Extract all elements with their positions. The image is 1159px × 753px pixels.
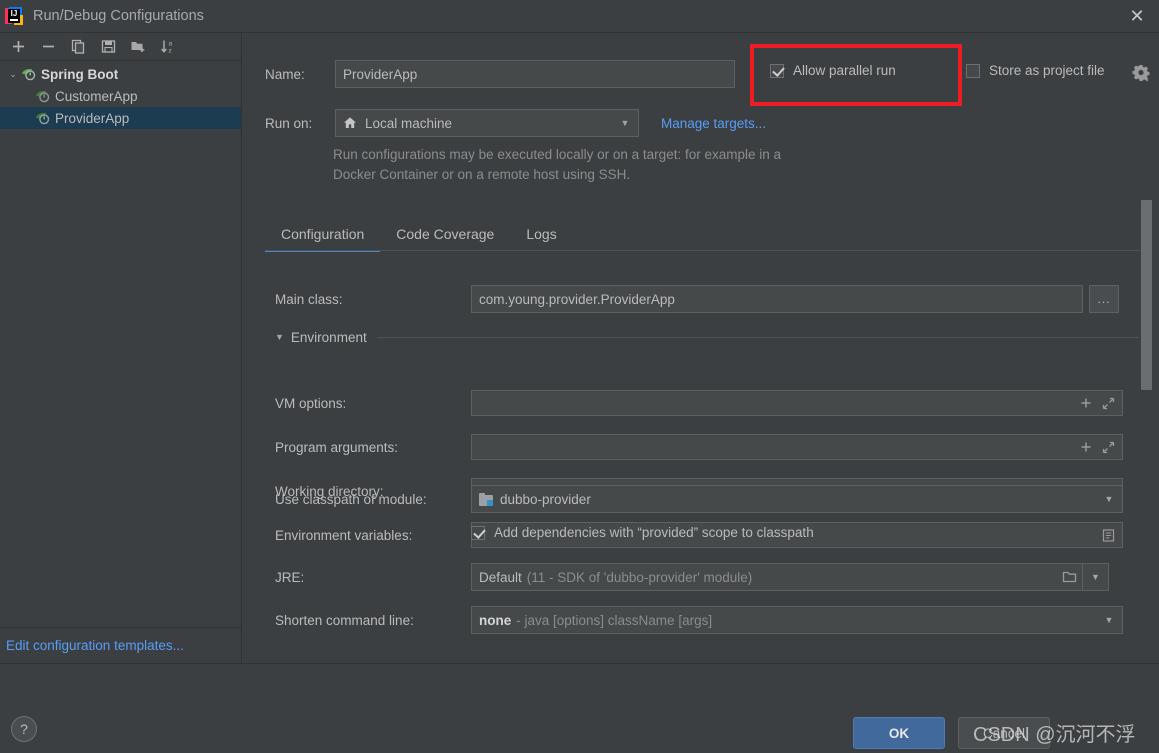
vm-options-label: VM options: <box>275 395 347 411</box>
run-on-row: Run on: Local machine ▼ Manage targets..… <box>265 109 1145 137</box>
tab-logs[interactable]: Logs <box>510 226 572 251</box>
tree-item-label: ProviderApp <box>55 110 130 126</box>
spring-boot-icon <box>34 110 52 126</box>
configuration-tabs: Configuration Code Coverage Logs <box>265 219 1145 252</box>
tree-toolbar: a z <box>0 33 241 61</box>
configuration-detail-panel: Name: ProviderApp Run on: Local machine … <box>243 33 1159 663</box>
environment-variables-label: Environment variables: <box>275 527 413 543</box>
allow-parallel-run-row: Allow parallel run <box>770 63 896 78</box>
svg-text:z: z <box>169 48 172 55</box>
copy-icon[interactable] <box>64 35 92 59</box>
jre-dropdown-button[interactable]: ▼ <box>1083 563 1109 591</box>
spring-boot-icon <box>34 88 52 104</box>
main-class-input[interactable]: com.young.provider.ProviderApp <box>471 285 1083 313</box>
expand-icon[interactable] <box>1098 392 1118 414</box>
tab-configuration[interactable]: Configuration <box>265 226 381 252</box>
vm-options-input[interactable] <box>471 390 1123 416</box>
chevron-down-icon[interactable]: ⌄ <box>6 69 20 80</box>
home-icon <box>343 116 357 130</box>
gear-dropdown-icon[interactable] <box>1131 63 1151 85</box>
name-input[interactable]: ProviderApp <box>335 60 735 88</box>
environment-section-header: ▼ Environment <box>275 327 1139 347</box>
tree-item-providerapp[interactable]: ProviderApp <box>0 107 241 129</box>
use-classpath-label: Use classpath of module: <box>275 491 427 507</box>
list-icon[interactable] <box>1098 524 1118 546</box>
module-icon <box>479 492 494 506</box>
chevron-down-icon[interactable]: ▼ <box>1100 615 1118 625</box>
chevron-down-icon[interactable]: ▼ <box>1100 494 1118 504</box>
add-dependencies-label: Add dependencies with “provided” scope t… <box>494 525 814 540</box>
store-as-project-file-label: Store as project file <box>989 63 1105 78</box>
tab-code-coverage[interactable]: Code Coverage <box>380 226 510 251</box>
tabs-divider <box>265 250 1145 251</box>
minus-icon[interactable] <box>34 35 62 59</box>
vm-options-row: VM options: <box>275 390 1123 416</box>
section-divider <box>376 336 1139 338</box>
plus-icon[interactable] <box>1076 436 1096 458</box>
shorten-command-line-label: Shorten command line: <box>275 612 414 628</box>
tree-item-label: CustomerApp <box>55 88 138 104</box>
window-title: Run/Debug Configurations <box>33 8 204 24</box>
use-classpath-row: Use classpath of module: dubbo-provider … <box>275 485 1139 513</box>
name-label: Name: <box>265 66 305 82</box>
main-class-row: Main class: com.young.provider.ProviderA… <box>275 285 1139 313</box>
jre-browse-icon[interactable] <box>1062 570 1078 584</box>
run-on-label: Run on: <box>265 115 313 131</box>
shorten-command-line-row: Shorten command line: none - java [optio… <box>275 606 1139 634</box>
shorten-value: none <box>479 612 512 628</box>
shorten-command-line-combo[interactable]: none - java [options] className [args] ▼ <box>471 606 1123 634</box>
run-on-value: Local machine <box>365 115 453 131</box>
tree-group-label: Spring Boot <box>41 66 119 82</box>
allow-parallel-run-label: Allow parallel run <box>793 63 896 78</box>
vertical-scrollbar[interactable] <box>1141 200 1152 390</box>
store-as-project-file-row: Store as project file <box>966 63 1105 78</box>
add-dependencies-row: Add dependencies with “provided” scope t… <box>471 525 814 540</box>
edit-configuration-templates-link[interactable]: Edit configuration templates... <box>6 638 184 653</box>
program-arguments-input[interactable] <box>471 434 1123 460</box>
close-icon[interactable]: ✕ <box>1115 0 1159 32</box>
cancel-button[interactable]: Cancel <box>958 717 1050 749</box>
jre-input[interactable]: Default (11 - SDK of 'dubbo-provider' mo… <box>471 563 1083 591</box>
save-icon[interactable] <box>94 35 122 59</box>
ok-button[interactable]: OK <box>853 717 945 749</box>
run-on-hint: Run configurations may be executed local… <box>333 147 781 182</box>
use-classpath-value: dubbo-provider <box>500 491 591 507</box>
chevron-down-icon[interactable]: ▼ <box>616 118 634 128</box>
configurations-tree-panel: a z ⌄ Spring Boot CustomerApp ProviderAp… <box>0 33 242 663</box>
environment-section-label: Environment <box>290 329 367 345</box>
program-arguments-row: Program arguments: <box>275 434 1123 460</box>
plus-icon[interactable] <box>1076 392 1096 414</box>
use-classpath-combo[interactable]: dubbo-provider ▼ <box>471 485 1123 513</box>
expand-icon[interactable] <box>1098 436 1118 458</box>
spring-boot-icon <box>20 66 38 82</box>
dialog-footer: ? OK Cancel <box>0 663 1159 753</box>
jre-detail: (11 - SDK of 'dubbo-provider' module) <box>526 569 753 585</box>
main-class-label: Main class: <box>275 291 343 307</box>
manage-targets-link[interactable]: Manage targets... <box>661 116 766 131</box>
allow-parallel-run-checkbox[interactable] <box>770 63 784 78</box>
help-button[interactable]: ? <box>11 716 37 742</box>
configuration-tab-content: Main class: com.young.provider.ProviderA… <box>243 255 1159 663</box>
plus-icon[interactable] <box>4 35 32 59</box>
add-dependencies-checkbox[interactable] <box>471 525 485 540</box>
jre-row: JRE: Default (11 - SDK of 'dubbo-provide… <box>275 563 1139 591</box>
program-arguments-label: Program arguments: <box>275 439 399 455</box>
shorten-detail: - java [options] className [args] <box>516 612 713 628</box>
store-as-project-file-checkbox[interactable] <box>966 63 980 78</box>
title-bar: IJ Run/Debug Configurations ✕ <box>0 0 1159 32</box>
sort-alphabetical-icon[interactable]: a z <box>154 35 182 59</box>
edit-configuration-templates: Edit configuration templates... <box>0 627 241 663</box>
main-class-browse-button[interactable]: ... <box>1089 285 1119 313</box>
jre-value: Default <box>479 569 522 585</box>
intellij-idea-logo-icon: IJ <box>5 7 23 25</box>
run-on-combo[interactable]: Local machine ▼ <box>335 109 639 137</box>
jre-label: JRE: <box>275 569 305 585</box>
chevron-down-icon[interactable]: ▼ <box>275 332 284 342</box>
tree-group-spring-boot[interactable]: ⌄ Spring Boot <box>0 63 241 85</box>
new-folder-icon[interactable] <box>124 35 152 59</box>
svg-text:a: a <box>169 41 173 48</box>
configurations-tree: ⌄ Spring Boot CustomerApp ProviderApp <box>0 61 241 129</box>
tree-item-customerapp[interactable]: CustomerApp <box>0 85 241 107</box>
